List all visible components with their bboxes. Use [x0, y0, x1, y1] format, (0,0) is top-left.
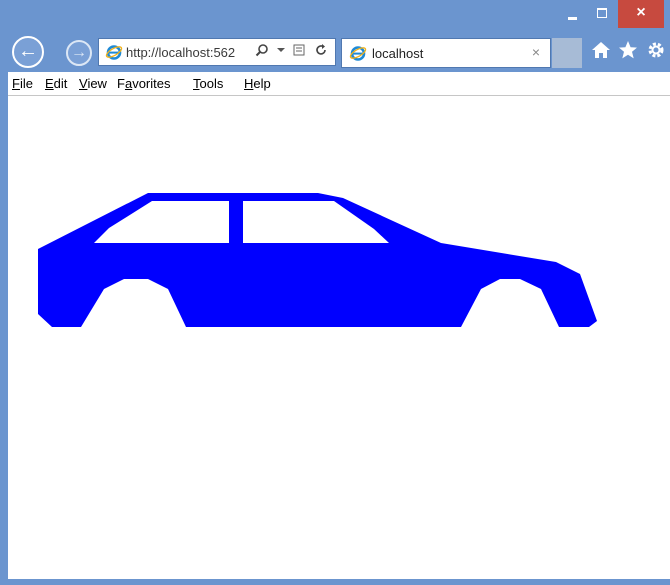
menu-item-tools[interactable]: Tools	[193, 76, 223, 91]
address-bar[interactable]: http://localhost:562	[98, 38, 336, 66]
navigation-bar: ← → http://localhost:562 localhost ×	[0, 34, 670, 72]
tab-title: localhost	[372, 46, 424, 61]
menu-item-file[interactable]: File	[12, 76, 33, 91]
ie-logo-icon	[105, 45, 123, 60]
ie-logo-icon	[349, 46, 367, 61]
home-icon[interactable]	[591, 40, 611, 60]
favorites-star-icon[interactable]	[618, 40, 638, 60]
refresh-icon[interactable]	[314, 43, 328, 60]
menu-item-view[interactable]: View	[79, 76, 107, 91]
close-button[interactable]: ×	[618, 0, 664, 28]
forward-button[interactable]: →	[66, 40, 92, 66]
address-bar-tools	[255, 43, 332, 60]
menu-item-help[interactable]: Help	[244, 76, 271, 91]
new-tab-button[interactable]	[552, 38, 582, 68]
compatibility-icon[interactable]	[292, 43, 306, 60]
page-content	[8, 96, 670, 579]
car-silhouette	[38, 193, 597, 327]
settings-gear-icon[interactable]	[646, 40, 666, 60]
title-bar: ×	[0, 0, 670, 32]
dropdown-arrow-icon[interactable]	[276, 43, 285, 60]
url-text[interactable]: http://localhost:562	[126, 45, 251, 60]
tab-localhost[interactable]: localhost ×	[341, 38, 551, 68]
minimize-button[interactable]	[557, 0, 587, 28]
back-button[interactable]: ←	[12, 36, 44, 68]
search-icon[interactable]	[255, 43, 269, 60]
menu-item-favorites[interactable]: Favorites	[117, 76, 170, 91]
tab-close-button[interactable]: ×	[532, 44, 540, 60]
menu-item-edit[interactable]: Edit	[45, 76, 67, 91]
menu-bar: File Edit View Favorites Tools Help	[8, 72, 670, 96]
maximize-button[interactable]	[587, 0, 617, 28]
